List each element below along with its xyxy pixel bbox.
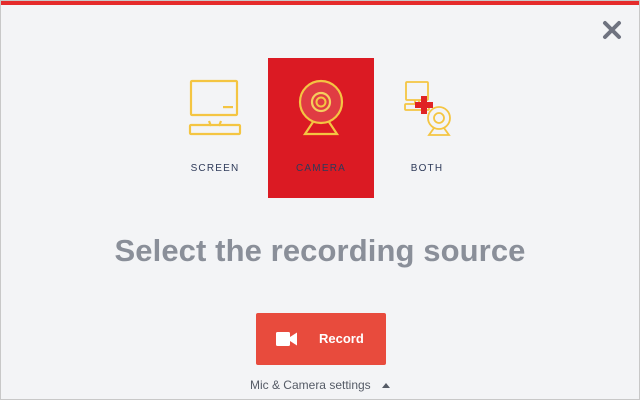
webcam-icon xyxy=(298,79,344,136)
record-label: Record xyxy=(319,331,364,346)
source-option-screen[interactable]: SCREEN xyxy=(162,58,268,198)
close-icon xyxy=(603,21,621,39)
video-camera-icon xyxy=(276,332,297,346)
close-button[interactable] xyxy=(601,19,623,41)
settings-label: Mic & Camera settings xyxy=(249,378,371,392)
source-label-both: BOTH xyxy=(410,163,444,174)
source-option-camera[interactable]: CAMERA xyxy=(268,58,374,198)
source-option-both[interactable]: BOTH xyxy=(374,58,480,198)
monitor-plus-webcam-icon xyxy=(404,81,451,136)
page-title: Select the recording source xyxy=(114,233,526,268)
recorder-dialog: SCREEN CAMERA BOTH Select the recording … xyxy=(0,0,640,400)
monitor-icon xyxy=(188,79,242,136)
mic-camera-settings-link[interactable]: Mic & Camera settings xyxy=(1,378,639,392)
caret-up-icon xyxy=(382,383,391,389)
record-button[interactable]: Record xyxy=(256,313,386,365)
top-accent-bar xyxy=(1,1,639,5)
source-label-screen: SCREEN xyxy=(190,163,240,174)
source-label-camera: CAMERA xyxy=(296,163,346,174)
